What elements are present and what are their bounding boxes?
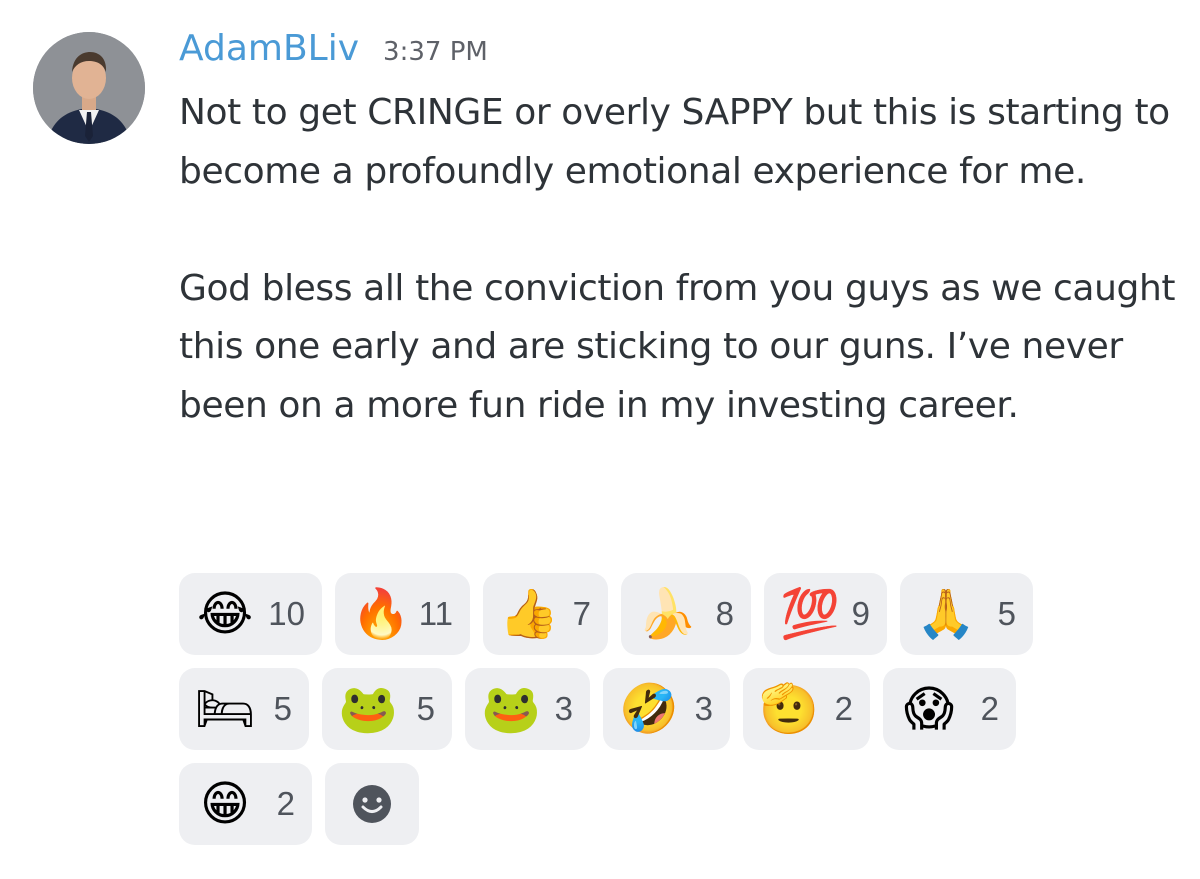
reaction-hundred-points[interactable]: 💯 9 — [764, 573, 887, 655]
user-avatar[interactable] — [33, 32, 145, 144]
pepe-crying-emoji: 🐸 — [338, 681, 398, 737]
thumbs-up-emoji: 👍 — [499, 586, 559, 642]
manga-face-emoji: 😱 — [903, 681, 955, 737]
add-reaction-smiley-icon — [353, 785, 391, 823]
reaction-count: 7 — [572, 595, 591, 632]
reaction-count: 8 — [715, 595, 734, 632]
add-reaction-button[interactable] — [325, 763, 419, 845]
pepe-bed-emoji: 🛏 — [194, 681, 256, 737]
reaction-pepe-crying[interactable]: 🐸 5 — [322, 668, 452, 750]
fire-emoji: 🔥 — [351, 586, 411, 642]
avatar-image — [33, 32, 145, 144]
reaction-count: 9 — [851, 595, 870, 632]
username[interactable]: AdamBLiv — [179, 28, 359, 69]
reaction-pepe-thinking[interactable]: 🐸 3 — [465, 668, 590, 750]
message-content: Not to get CRINGE or overly SAPPY but th… — [179, 84, 1179, 435]
pepe-thinking-emoji: 🐸 — [481, 681, 541, 737]
reaction-pepe-bed[interactable]: 🛏 5 — [179, 668, 309, 750]
reaction-fire[interactable]: 🔥 11 — [335, 573, 470, 655]
chat-message: AdamBLiv 3:37 PM Not to get CRINGE or ov… — [0, 0, 1200, 879]
face-with-tears-of-joy-emoji: 😂 — [196, 586, 254, 642]
reaction-dancing-banana[interactable]: 🍌 8 — [621, 573, 751, 655]
reaction-count: 3 — [694, 690, 713, 727]
praying-hands-coins-emoji: 🙏 — [916, 586, 976, 642]
reaction-smiling-man[interactable]: 😁 2 — [179, 763, 312, 845]
reaction-rolling-on-floor-laughing[interactable]: 🤣 3 — [603, 668, 730, 750]
reaction-count: 5 — [997, 595, 1016, 632]
reaction-manga-face[interactable]: 😱 2 — [883, 668, 1016, 750]
reaction-praying-hands-coins[interactable]: 🙏 5 — [900, 573, 1033, 655]
reaction-face-with-tears-of-joy[interactable]: 😂 10 — [179, 573, 322, 655]
reaction-thumbs-up[interactable]: 👍 7 — [483, 573, 608, 655]
smiling-man-emoji: 😁 — [199, 776, 251, 832]
message-header: AdamBLiv 3:37 PM — [179, 28, 488, 69]
hundred-points-emoji: 💯 — [780, 586, 840, 642]
reaction-count: 5 — [416, 690, 435, 727]
message-paragraph-2: God bless all the conviction from you gu… — [179, 267, 1176, 426]
reaction-count: 5 — [273, 690, 292, 727]
reaction-count: 11 — [418, 595, 453, 632]
reaction-count: 2 — [980, 690, 999, 727]
message-paragraph-1: Not to get CRINGE or overly SAPPY but th… — [179, 92, 1170, 192]
rolling-on-floor-laughing-emoji: 🤣 — [619, 681, 679, 737]
timestamp: 3:37 PM — [383, 37, 488, 67]
reaction-saluting-face[interactable]: 🫡 2 — [743, 668, 870, 750]
reaction-count: 2 — [276, 785, 295, 822]
reactions-bar: 😂 10 🔥 11 👍 7 🍌 8 💯 9 🙏 5 🛏 5 🐸 5 🐸 3 🤣 … — [179, 573, 1059, 845]
saluting-face-emoji: 🫡 — [759, 681, 819, 737]
reaction-count: 2 — [834, 690, 853, 727]
reaction-count: 10 — [268, 595, 305, 632]
reaction-count: 3 — [554, 690, 573, 727]
dancing-banana-emoji: 🍌 — [637, 586, 697, 642]
